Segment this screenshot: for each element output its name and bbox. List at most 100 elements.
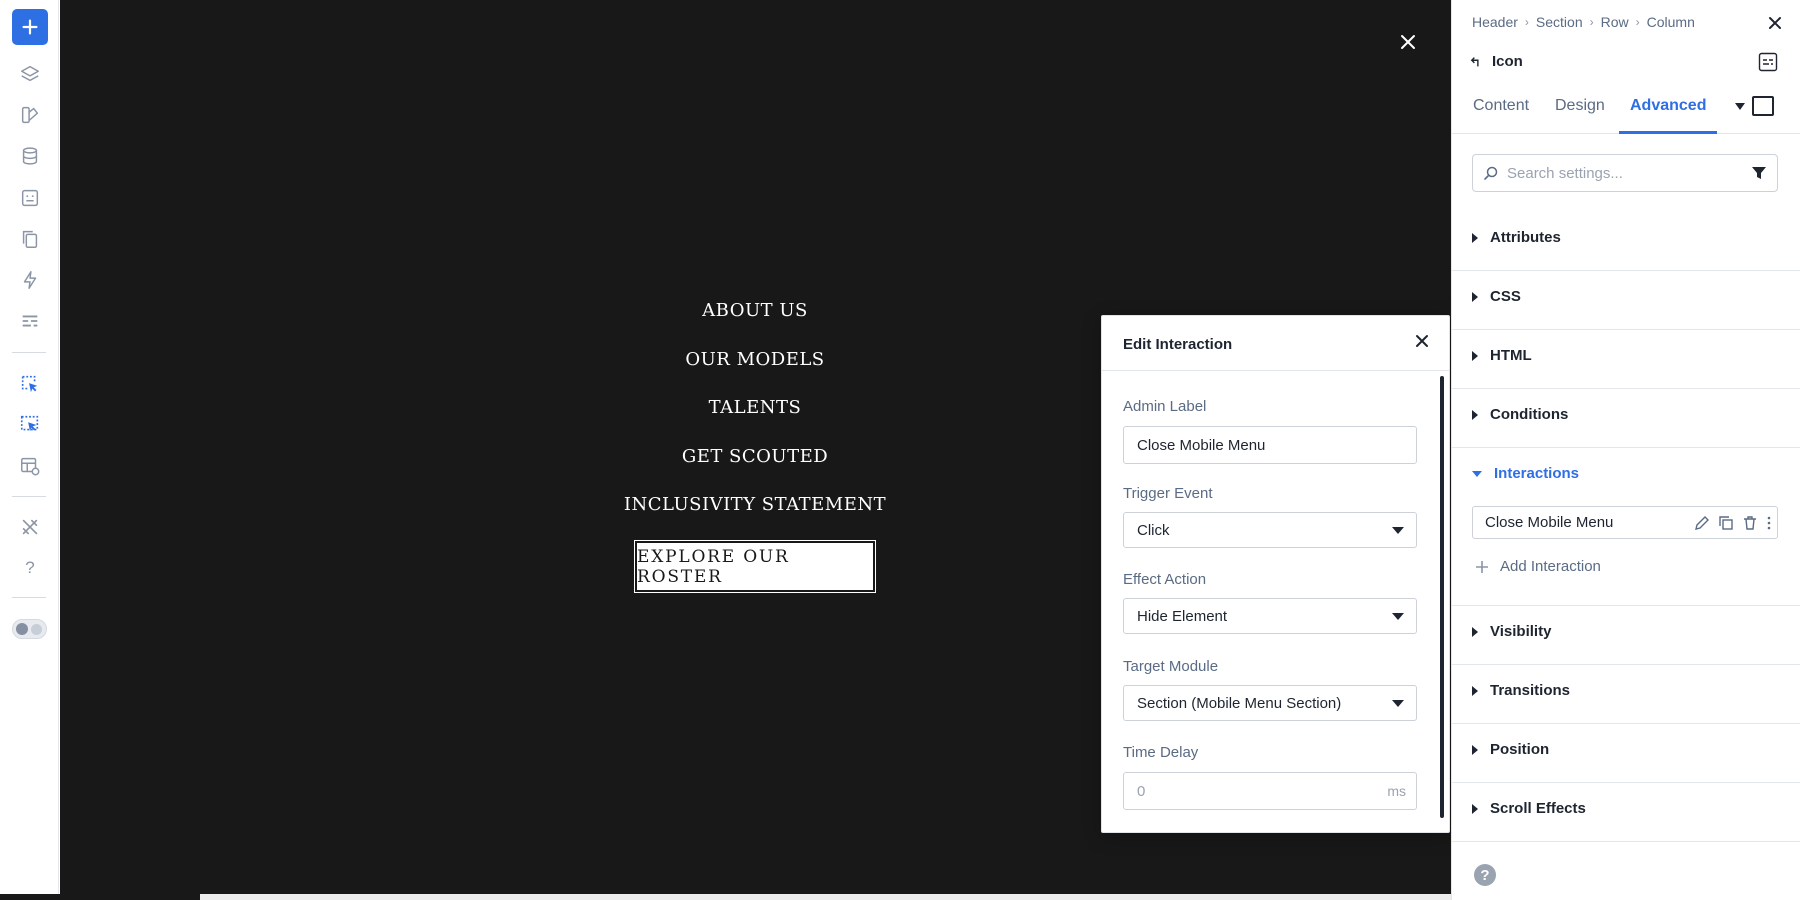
breadcrumb-header[interactable]: Header	[1472, 14, 1518, 30]
toolbar-divider	[12, 597, 46, 598]
tab-content[interactable]: Content	[1473, 97, 1529, 115]
tab-design[interactable]: Design	[1555, 97, 1605, 115]
square-icon[interactable]	[1752, 96, 1774, 116]
close-icon[interactable]	[1412, 331, 1432, 351]
time-delay-unit: ms	[1387, 783, 1406, 799]
caret-down-icon[interactable]	[1735, 103, 1745, 110]
trigger-event-select[interactable]: Click	[1123, 512, 1417, 548]
pages-button[interactable]	[12, 180, 48, 216]
target-module-value: Section (Mobile Menu Section)	[1137, 694, 1342, 712]
plus-icon	[22, 19, 38, 35]
chevron-down-icon	[1392, 613, 1404, 620]
copy-icon	[22, 230, 38, 248]
caret-right-icon	[1472, 685, 1478, 696]
admin-label-label: Admin Label	[1123, 398, 1207, 415]
close-icon[interactable]	[1765, 13, 1785, 33]
question-icon: ?	[25, 558, 35, 577]
horizontal-scrollbar[interactable]	[0, 894, 1451, 900]
group-conditions[interactable]: Conditions	[1452, 389, 1800, 448]
module-row: Icon	[1470, 53, 1523, 70]
database-button[interactable]	[12, 138, 48, 174]
theme-toggle[interactable]	[12, 619, 47, 639]
help-button[interactable]: ?	[12, 550, 48, 586]
target-module-select[interactable]: Section (Mobile Menu Section)	[1123, 685, 1417, 721]
edit-icon[interactable]	[1693, 514, 1711, 532]
gear-icon	[16, 623, 28, 635]
group-visibility[interactable]: Visibility	[1452, 606, 1800, 665]
group-label: HTML	[1490, 347, 1532, 364]
tools-icon	[22, 519, 38, 535]
caret-right-icon	[1472, 409, 1478, 420]
caret-right-icon	[1472, 744, 1478, 755]
group-label: Conditions	[1490, 406, 1569, 423]
effect-action-value: Hide Element	[1137, 607, 1228, 625]
group-label: CSS	[1490, 288, 1521, 305]
caret-down-icon	[1472, 470, 1482, 477]
admin-label-value: Close Mobile Menu	[1137, 436, 1266, 454]
time-delay-label: Time Delay	[1123, 744, 1199, 761]
plus-icon	[1474, 559, 1490, 575]
interaction-item[interactable]: Close Mobile Menu	[1472, 506, 1778, 539]
caret-right-icon	[1472, 291, 1478, 302]
filter-icon[interactable]	[1751, 165, 1767, 181]
interactions-active-button[interactable]	[12, 407, 48, 443]
trigger-event-label: Trigger Event	[1123, 485, 1213, 502]
modal-title: Edit Interaction	[1123, 336, 1233, 353]
layout-toggle-icon[interactable]	[1758, 52, 1778, 72]
help-icon[interactable]: ?	[1474, 864, 1496, 886]
layout-eye-icon	[21, 457, 40, 476]
layers-icon	[21, 65, 39, 82]
modal-scrollbar[interactable]	[1440, 376, 1444, 818]
group-scroll-effects[interactable]: Scroll Effects	[1452, 783, 1800, 842]
more-vertical-icon[interactable]	[1765, 514, 1773, 532]
breadcrumb-section[interactable]: Section	[1536, 14, 1583, 30]
caret-right-icon	[1472, 803, 1478, 814]
duplicate-icon[interactable]	[1717, 514, 1735, 532]
theme-builder-button[interactable]	[12, 97, 48, 133]
settings-tabs: Content Design Advanced	[1452, 90, 1800, 134]
group-position[interactable]: Position	[1452, 724, 1800, 783]
add-module-button[interactable]	[12, 9, 48, 45]
modal-header: Edit Interaction	[1102, 316, 1449, 371]
database-icon	[22, 147, 38, 165]
cursor-click-icon	[21, 375, 38, 393]
caret-right-icon	[1472, 350, 1478, 361]
group-css[interactable]: CSS	[1452, 271, 1800, 330]
tools-button[interactable]	[12, 509, 48, 545]
page-settings-icon	[21, 189, 39, 207]
forms-button[interactable]	[12, 303, 48, 339]
layers-button[interactable]	[12, 56, 48, 92]
active-tab-indicator	[1619, 131, 1717, 134]
add-interaction-button[interactable]: Add Interaction	[1474, 558, 1601, 575]
group-transitions[interactable]: Transitions	[1452, 665, 1800, 724]
cursor-select-icon	[20, 415, 39, 432]
time-delay-input[interactable]: 0 ms	[1123, 772, 1417, 810]
effect-action-select[interactable]: Hide Element	[1123, 598, 1417, 634]
tab-advanced[interactable]: Advanced	[1630, 97, 1706, 115]
interactions-button[interactable]	[12, 366, 48, 402]
admin-label-input[interactable]: Close Mobile Menu	[1123, 426, 1417, 464]
interaction-label: Close Mobile Menu	[1485, 514, 1614, 531]
search-input[interactable]	[1507, 164, 1737, 182]
copy-button[interactable]	[12, 221, 48, 257]
breadcrumb-row[interactable]: Row	[1601, 14, 1629, 30]
left-toolbar: ?	[0, 0, 59, 900]
settings-search	[1472, 154, 1778, 192]
explore-roster-button[interactable]: EXPLORE OUR ROSTER	[634, 540, 876, 593]
settings-panel: Header › Section › Row › Column Icon Con…	[1451, 0, 1800, 900]
mobile-menu-close-icon[interactable]	[1396, 30, 1420, 54]
group-html[interactable]: HTML	[1452, 330, 1800, 389]
lightning-button[interactable]	[12, 262, 48, 298]
form-rows-icon	[22, 315, 38, 327]
scrollbar-thumb[interactable]	[0, 894, 200, 900]
trash-icon[interactable]	[1741, 514, 1759, 532]
back-arrow-icon[interactable]	[1470, 55, 1484, 69]
builder-app: ? ABOUT US OUR MODELS TALENTS GET SCOUTE…	[0, 0, 1800, 900]
breadcrumb: Header › Section › Row › Column	[1472, 14, 1695, 30]
toolbar-divider	[12, 496, 46, 497]
caret-right-icon	[1472, 232, 1478, 243]
breadcrumb-column[interactable]: Column	[1647, 14, 1695, 30]
trigger-event-value: Click	[1137, 521, 1170, 539]
group-attributes[interactable]: Attributes	[1452, 212, 1800, 271]
preview-button[interactable]	[12, 448, 48, 484]
